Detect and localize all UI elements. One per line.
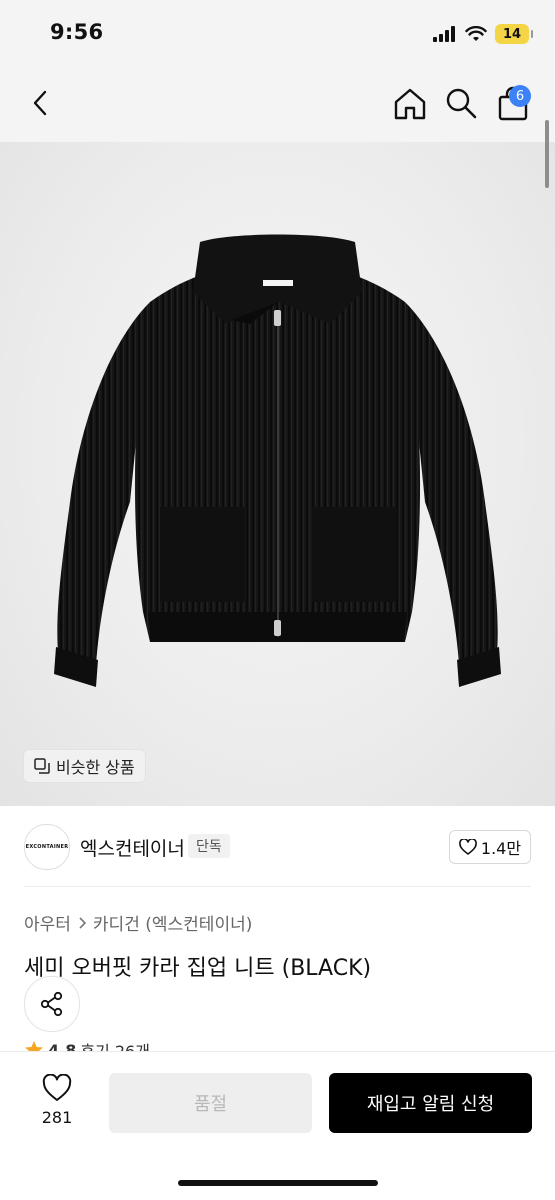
cart-count-badge: 6 [509,85,531,107]
product-image[interactable] [0,142,555,806]
share-button[interactable] [24,976,80,1032]
sold-out-button: 품절 [109,1073,312,1133]
brand-logo[interactable]: EXCONTAINER [24,824,70,870]
search-icon[interactable] [444,86,478,120]
wifi-icon [465,26,487,41]
similar-products-label: 비슷한 상품 [56,758,135,777]
breadcrumb: 아우터 카디건 (엑스컨테이너) [24,910,252,935]
brand-like-button[interactable]: 1.4만 [449,830,531,864]
back-arrow-icon[interactable] [26,88,56,118]
cardigan-illustration [54,234,501,687]
heart-icon [459,839,477,855]
share-icon [40,991,63,1017]
restock-alert-button[interactable]: 재입고 알림 신청 [329,1073,532,1133]
wishlist-count: 281 [41,1108,73,1127]
signal-icon [433,26,455,42]
heart-outline-icon [42,1073,72,1101]
battery-indicator: 14 [495,24,533,44]
status-time: 9:56 [50,20,104,44]
brand-like-count: 1.4만 [480,839,522,858]
wishlist-button[interactable]: 281 [30,1073,84,1127]
home-icon[interactable] [392,86,428,122]
breadcrumb-subcategory[interactable]: 카디건 (엑스컨테이너) [93,910,252,935]
status-icons: 14 [433,24,533,44]
breadcrumb-category[interactable]: 아우터 [24,910,71,935]
divider [24,886,531,887]
product-title: 세미 오버핏 카라 집업 니트 (BLACK) [24,956,372,981]
home-indicator [178,1180,378,1186]
copy-icon [34,758,50,774]
brand-name[interactable]: 엑스컨테이너 [80,834,185,861]
chevron-right-icon [79,916,87,929]
exclusive-badge: 단독 [188,834,230,858]
scrollbar[interactable] [545,120,549,188]
status-bar: 9:56 14 [0,0,555,70]
similar-products-button[interactable]: 비슷한 상품 [24,750,145,782]
